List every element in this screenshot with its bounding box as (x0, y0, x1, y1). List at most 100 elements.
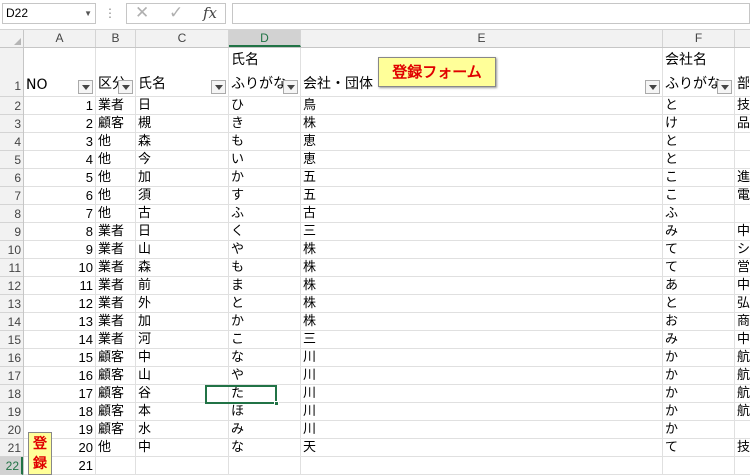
cell-dept[interactable]: 航 (735, 385, 750, 403)
cell-name[interactable]: 須 (136, 187, 229, 205)
cell-dept[interactable] (735, 205, 750, 223)
cell-no[interactable]: 8 (24, 223, 96, 241)
cell-no[interactable]: 4 (24, 151, 96, 169)
cell-dept[interactable]: 商 (735, 313, 750, 331)
header-kubun[interactable]: 区分 (96, 48, 135, 96)
cell-kana[interactable]: す (229, 187, 301, 205)
cell-company-kana[interactable]: て (663, 241, 735, 259)
filter-dropdown-icon[interactable] (78, 80, 93, 94)
cell-company-kana[interactable]: か (663, 403, 735, 421)
row-header-10[interactable]: 10 (0, 241, 23, 259)
column-header-c[interactable]: C (136, 30, 229, 47)
cell-company[interactable]: 古 (301, 205, 663, 223)
cell-name[interactable]: 古 (136, 205, 229, 223)
cell-company-kana[interactable] (663, 457, 735, 475)
cell-kubun[interactable]: 顧客 (96, 385, 136, 403)
cell-company[interactable]: 株 (301, 259, 663, 277)
cell-company[interactable]: 川 (301, 421, 663, 439)
cell-name[interactable]: 今 (136, 151, 229, 169)
cell-kubun[interactable]: 他 (96, 133, 136, 151)
cell-no[interactable]: 3 (24, 133, 96, 151)
cell-no[interactable]: 15 (24, 349, 96, 367)
row-header-17[interactable]: 17 (0, 367, 23, 385)
cell-dept[interactable]: 中 (735, 331, 750, 349)
cell-kana[interactable]: ひ (229, 97, 301, 115)
row-header-9[interactable]: 9 (0, 223, 23, 241)
cell-name[interactable]: 山 (136, 367, 229, 385)
cell-kubun[interactable]: 他 (96, 187, 136, 205)
row-header-14[interactable]: 14 (0, 313, 23, 331)
insert-function-icon[interactable]: fx (203, 4, 217, 23)
cell-name[interactable]: 日 (136, 97, 229, 115)
header-name[interactable]: 氏名 (136, 48, 228, 96)
filter-dropdown-icon[interactable] (211, 80, 226, 94)
cell-kana[interactable]: く (229, 223, 301, 241)
column-header-e[interactable]: E (301, 30, 663, 47)
row-header-3[interactable]: 3 (0, 115, 23, 133)
active-cell-d22[interactable] (205, 385, 279, 406)
cell-name[interactable]: 中 (136, 439, 229, 457)
cell-company-kana[interactable]: み (663, 331, 735, 349)
cell-company[interactable]: 川 (301, 349, 663, 367)
cell-company[interactable]: 株 (301, 241, 663, 259)
cell-company-kana[interactable]: て (663, 439, 735, 457)
cell-company[interactable]: 株 (301, 277, 663, 295)
cell-kana[interactable]: と (229, 295, 301, 313)
cell-no[interactable]: 18 (24, 403, 96, 421)
cell-kubun[interactable]: 業者 (96, 277, 136, 295)
header-no[interactable]: NO (24, 48, 95, 96)
cell-kubun[interactable]: 他 (96, 439, 136, 457)
filter-dropdown-icon[interactable] (118, 80, 133, 94)
cell-dept[interactable]: 営 (735, 259, 750, 277)
cell-name[interactable]: 槻 (136, 115, 229, 133)
cell-company[interactable]: 五 (301, 169, 663, 187)
cell-dept[interactable]: 技 (735, 97, 750, 115)
cell-no[interactable]: 6 (24, 187, 96, 205)
row-header-12[interactable]: 12 (0, 277, 23, 295)
cell-kana[interactable]: も (229, 133, 301, 151)
row-header-13[interactable]: 13 (0, 295, 23, 313)
cell-kubun[interactable]: 顧客 (96, 349, 136, 367)
cell-name[interactable]: 前 (136, 277, 229, 295)
cell-company[interactable]: 川 (301, 367, 663, 385)
cell-dept[interactable] (735, 421, 750, 439)
cell-kana[interactable]: か (229, 313, 301, 331)
cell-company[interactable]: 川 (301, 385, 663, 403)
cell-dept[interactable]: シ (735, 241, 750, 259)
cell-name[interactable] (136, 457, 229, 475)
cell-dept[interactable] (735, 151, 750, 169)
cell-dept[interactable]: 中 (735, 277, 750, 295)
cell-company-kana[interactable]: か (663, 385, 735, 403)
cell-company-kana[interactable]: か (663, 349, 735, 367)
cell-kana[interactable]: こ (229, 331, 301, 349)
cell-name[interactable]: 加 (136, 313, 229, 331)
cell-name[interactable]: 森 (136, 133, 229, 151)
filter-dropdown-icon[interactable] (717, 80, 732, 94)
cell-dept[interactable] (735, 457, 750, 475)
cell-dept[interactable]: 電 (735, 187, 750, 205)
cell-company[interactable] (301, 457, 663, 475)
cell-dept[interactable]: 航 (735, 403, 750, 421)
cell-dept[interactable]: 航 (735, 349, 750, 367)
row-header-7[interactable]: 7 (0, 187, 23, 205)
row-header-18[interactable]: 18 (0, 385, 23, 403)
cell-no[interactable]: 7 (24, 205, 96, 223)
cell-kubun[interactable]: 業者 (96, 313, 136, 331)
cell-company[interactable]: 恵 (301, 151, 663, 169)
header-company-kana[interactable]: 会社名 ふりがな (663, 48, 734, 96)
cell-name[interactable]: 外 (136, 295, 229, 313)
row-header-21[interactable]: 21 (0, 439, 23, 457)
cell-no[interactable]: 12 (24, 295, 96, 313)
cell-company[interactable]: 三 (301, 223, 663, 241)
cell-no[interactable]: 10 (24, 259, 96, 277)
cell-kubun[interactable]: 他 (96, 169, 136, 187)
row-header-19[interactable]: 19 (0, 403, 23, 421)
cell-name[interactable]: 本 (136, 403, 229, 421)
filter-dropdown-icon[interactable] (283, 80, 298, 94)
cell-kana[interactable]: ほ (229, 403, 301, 421)
chevron-down-icon[interactable]: ▼ (84, 4, 92, 23)
cell-company-kana[interactable]: け (663, 115, 735, 133)
cell-kana[interactable]: な (229, 439, 301, 457)
cell-name[interactable]: 山 (136, 241, 229, 259)
cell-name[interactable]: 水 (136, 421, 229, 439)
